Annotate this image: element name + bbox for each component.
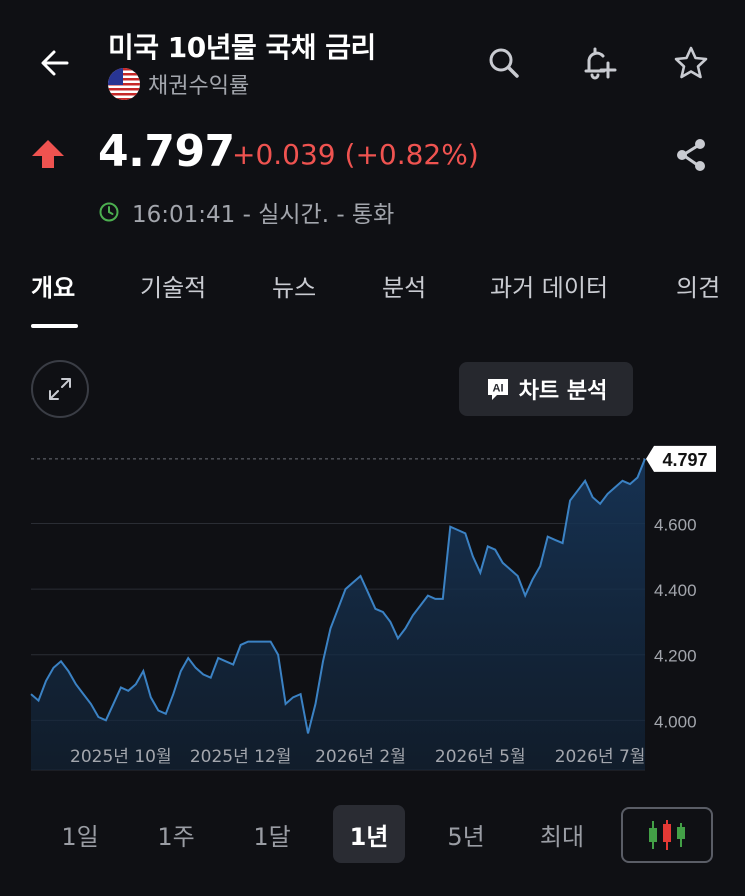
app-header: 미국 10년물 국채 금리 채권수익률 — [0, 0, 745, 110]
price-change: +0.039 (+0.82%) — [232, 138, 479, 171]
y-tick-label: 4.600 — [654, 515, 697, 534]
tab-historical-data[interactable]: 과거 데이터 — [490, 268, 608, 303]
period-5y[interactable]: 5년 — [430, 805, 502, 863]
x-tick-label: 2025년 10월 — [70, 747, 172, 767]
chart-type-button[interactable] — [621, 807, 713, 863]
search-icon — [489, 48, 519, 78]
instrument-subtitle: 채권수익률 — [108, 68, 249, 100]
tab-technical[interactable]: 기술적 — [140, 268, 206, 303]
section-tabs: 개요 기술적 뉴스 분석 과거 데이터 의견 — [0, 262, 745, 332]
x-tick-label: 2026년 5월 — [435, 747, 526, 767]
tab-overview[interactable]: 개요 — [31, 268, 75, 303]
clock-icon — [99, 202, 119, 222]
quote-row: 4.797 +0.039 (+0.82%) — [0, 120, 745, 190]
price-area-fill — [31, 458, 645, 770]
instrument-type-label: 채권수익률 — [148, 74, 250, 99]
favorite-button[interactable] — [668, 40, 714, 86]
ai-chart-analysis-button[interactable]: AI 차트 분석 — [459, 362, 633, 416]
x-tick-label: 2026년 2월 — [315, 747, 406, 767]
last-price: 4.797 — [98, 126, 235, 177]
period-1w[interactable]: 1주 — [140, 805, 212, 863]
us-flag-icon — [108, 68, 140, 100]
arrow-left-icon — [41, 50, 69, 76]
search-button[interactable] — [481, 40, 527, 86]
y-tick-label: 4.400 — [654, 581, 697, 600]
share-icon — [677, 139, 705, 171]
active-tab-indicator — [31, 324, 78, 328]
tab-opinions[interactable]: 의견 — [676, 268, 720, 303]
share-button[interactable] — [668, 132, 714, 178]
instrument-title: 미국 10년물 국채 금리 — [108, 31, 376, 64]
period-selector: 1일 1주 1달 1년 5년 최대 — [0, 805, 745, 867]
period-1y[interactable]: 1년 — [333, 805, 405, 863]
last-value-label: 4.797 — [662, 450, 707, 470]
y-tick-label: 4.200 — [654, 647, 697, 666]
market-status: 16:01:41 - 실시간. - 통화 — [98, 195, 394, 229]
period-1d[interactable]: 1일 — [44, 805, 116, 863]
status-text: 16:01:41 - 실시간. - 통화 — [132, 202, 395, 228]
arrow-up-icon — [32, 140, 64, 168]
bell-plus-icon — [584, 47, 617, 80]
tab-news[interactable]: 뉴스 — [272, 268, 316, 303]
price-chart[interactable]: 4.000 4.200 4.400 4.600 2025년 10월 2025년 12월 2… — [0, 440, 745, 780]
y-tick-label: 4.000 — [654, 712, 697, 731]
ai-chart-analysis-label: 차트 분석 — [518, 379, 608, 404]
ai-chat-icon: AI — [487, 379, 508, 400]
x-tick-label: 2025년 12월 — [190, 747, 292, 767]
ai-icon-text: AI — [492, 383, 503, 395]
period-1m[interactable]: 1달 — [236, 805, 308, 863]
tab-analysis[interactable]: 분석 — [382, 268, 426, 303]
star-icon — [674, 46, 708, 79]
x-tick-label: 2026년 7월 — [555, 747, 646, 767]
add-alert-button[interactable] — [575, 40, 621, 86]
expand-icon — [49, 378, 71, 400]
back-button[interactable] — [32, 40, 78, 86]
expand-chart-button[interactable] — [31, 360, 89, 418]
candlestick-icon — [649, 820, 685, 850]
period-max[interactable]: 최대 — [526, 805, 598, 863]
